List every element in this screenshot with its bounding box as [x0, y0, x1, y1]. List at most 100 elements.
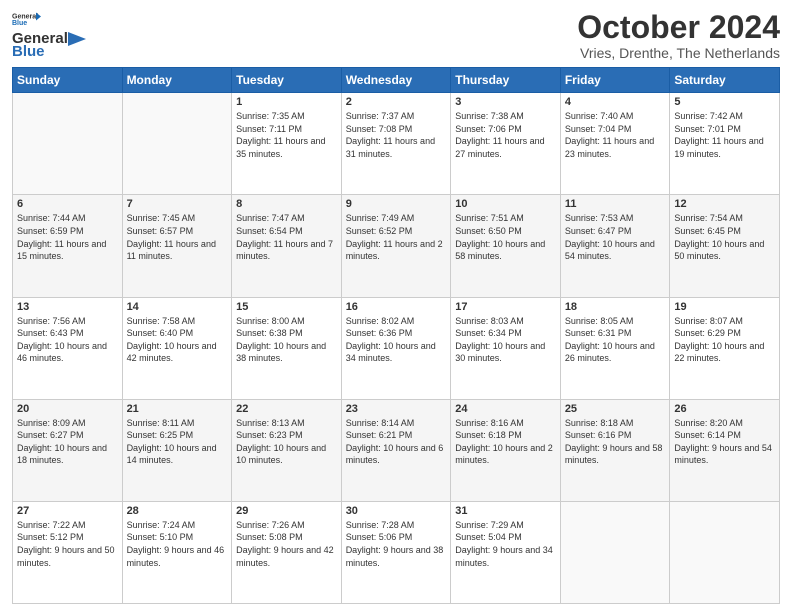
- day-number: 12: [674, 198, 775, 210]
- day-number: 1: [236, 96, 337, 108]
- table-row: 17 Sunrise: 8:03 AMSunset: 6:34 PMDayligh…: [451, 297, 561, 399]
- cell-info: Sunrise: 8:16 AMSunset: 6:18 PMDaylight:…: [455, 417, 556, 467]
- day-number: 6: [17, 198, 118, 210]
- cell-info: Sunrise: 8:02 AMSunset: 6:36 PMDaylight:…: [346, 315, 447, 365]
- table-row: 30Sunrise: 7:28 AMSunset: 5:06 PMDayligh…: [341, 501, 451, 603]
- calendar-header-row: Sunday Monday Tuesday Wednesday Thursday…: [13, 68, 780, 93]
- cell-info: Sunrise: 8:13 AMSunset: 6:23 PMDaylight:…: [236, 417, 337, 467]
- table-row: [13, 93, 123, 195]
- day-number: 23: [346, 403, 447, 415]
- logo: General Blue General Blue: [12, 10, 86, 60]
- table-row: 31 Sunrise: 7:29 AMSunset: 5:04 PMDayligh…: [451, 501, 561, 603]
- cell-info: Sunrise: 8:20 AMSunset: 6:14 PMDaylight:…: [674, 417, 775, 467]
- cell-info: Sunrise: 8:14 AMSunset: 6:21 PMDaylight:…: [346, 417, 447, 467]
- day-number: 2: [346, 96, 447, 108]
- cell-info: Sunrise: 7:37 AMSunset: 7:08 PMDaylight:…: [346, 110, 447, 160]
- table-row: 2 Sunrise: 7:37 AMSunset: 7:08 PMDaylight…: [341, 93, 451, 195]
- day-number: 20: [17, 403, 118, 415]
- col-monday: Monday: [122, 68, 232, 93]
- col-tuesday: Tuesday: [232, 68, 342, 93]
- cell-info: Sunrise: 7:53 AMSunset: 6:47 PMDaylight:…: [565, 212, 666, 262]
- col-sunday: Sunday: [13, 68, 123, 93]
- cell-info: Sunrise: 7:49 AMSunset: 6:52 PMDaylight:…: [346, 212, 447, 262]
- calendar-week-row: 13 Sunrise: 7:56 AMSunset: 6:43 PMDayligh…: [13, 297, 780, 399]
- table-row: 3Sunrise: 7:38 AMSunset: 7:06 PMDaylight…: [451, 93, 561, 195]
- cell-info: Sunrise: 7:58 AMSunset: 6:40 PMDaylight:…: [127, 315, 228, 365]
- page: General Blue General Blue October 2024 V…: [0, 0, 792, 612]
- cell-info: Sunrise: 8:00 AMSunset: 6:38 PMDaylight:…: [236, 315, 337, 365]
- table-row: 10 Sunrise: 7:51 AMSunset: 6:50 PMDayligh…: [451, 195, 561, 297]
- table-row: 16 Sunrise: 8:02 AMSunset: 6:36 PMDayligh…: [341, 297, 451, 399]
- table-row: 26 Sunrise: 8:20 AMSunset: 6:14 PMDayligh…: [670, 399, 780, 501]
- logo-icon: General Blue: [12, 10, 42, 28]
- cell-info: Sunrise: 7:29 AMSunset: 5:04 PMDaylight:…: [455, 519, 556, 569]
- logo-blue: Blue: [12, 43, 45, 60]
- table-row: [670, 501, 780, 603]
- cell-info: Sunrise: 7:51 AMSunset: 6:50 PMDaylight:…: [455, 212, 556, 262]
- day-number: 17: [455, 301, 556, 313]
- calendar-week-row: 20 Sunrise: 8:09 AMSunset: 6:27 PMDayligh…: [13, 399, 780, 501]
- table-row: 11 Sunrise: 7:53 AMSunset: 6:47 PMDayligh…: [560, 195, 670, 297]
- table-row: 9Sunrise: 7:49 AMSunset: 6:52 PMDaylight…: [341, 195, 451, 297]
- table-row: 27 Sunrise: 7:22 AMSunset: 5:12 PMDayligh…: [13, 501, 123, 603]
- table-row: [122, 93, 232, 195]
- day-number: 5: [674, 96, 775, 108]
- table-row: 13 Sunrise: 7:56 AMSunset: 6:43 PMDayligh…: [13, 297, 123, 399]
- table-row: 4Sunrise: 7:40 AMSunset: 7:04 PMDaylight…: [560, 93, 670, 195]
- cell-info: Sunrise: 7:44 AMSunset: 6:59 PMDaylight:…: [17, 212, 118, 262]
- day-number: 29: [236, 505, 337, 517]
- day-number: 25: [565, 403, 666, 415]
- day-number: 27: [17, 505, 118, 517]
- cell-info: Sunrise: 7:24 AMSunset: 5:10 PMDaylight:…: [127, 519, 228, 569]
- table-row: 14 Sunrise: 7:58 AMSunset: 6:40 PMDayligh…: [122, 297, 232, 399]
- table-row: 12Sunrise: 7:54 AMSunset: 6:45 PMDayligh…: [670, 195, 780, 297]
- day-number: 18: [565, 301, 666, 313]
- table-row: 5 Sunrise: 7:42 AMSunset: 7:01 PMDaylight…: [670, 93, 780, 195]
- day-number: 3: [455, 96, 556, 108]
- cell-info: Sunrise: 7:26 AMSunset: 5:08 PMDaylight:…: [236, 519, 337, 569]
- day-number: 10: [455, 198, 556, 210]
- calendar-week-row: 6 Sunrise: 7:44 AMSunset: 6:59 PMDaylight…: [13, 195, 780, 297]
- header: General Blue General Blue October 2024 V…: [12, 10, 780, 61]
- month-title: October 2024: [577, 10, 780, 45]
- day-number: 14: [127, 301, 228, 313]
- table-row: 7Sunrise: 7:45 AMSunset: 6:57 PMDaylight…: [122, 195, 232, 297]
- table-row: 22 Sunrise: 8:13 AMSunset: 6:23 PMDayligh…: [232, 399, 342, 501]
- calendar-week-row: 27 Sunrise: 7:22 AMSunset: 5:12 PMDayligh…: [13, 501, 780, 603]
- day-number: 19: [674, 301, 775, 313]
- day-number: 31: [455, 505, 556, 517]
- calendar-table: Sunday Monday Tuesday Wednesday Thursday…: [12, 67, 780, 604]
- logo-arrow-icon: [68, 32, 86, 46]
- day-number: 21: [127, 403, 228, 415]
- col-saturday: Saturday: [670, 68, 780, 93]
- table-row: 23 Sunrise: 8:14 AMSunset: 6:21 PMDayligh…: [341, 399, 451, 501]
- day-number: 4: [565, 96, 666, 108]
- day-number: 8: [236, 198, 337, 210]
- cell-info: Sunrise: 8:09 AMSunset: 6:27 PMDaylight:…: [17, 417, 118, 467]
- table-row: [560, 501, 670, 603]
- cell-info: Sunrise: 7:42 AMSunset: 7:01 PMDaylight:…: [674, 110, 775, 160]
- cell-info: Sunrise: 7:28 AMSunset: 5:06 PMDaylight:…: [346, 519, 447, 569]
- day-number: 13: [17, 301, 118, 313]
- col-wednesday: Wednesday: [341, 68, 451, 93]
- col-thursday: Thursday: [451, 68, 561, 93]
- cell-info: Sunrise: 7:47 AMSunset: 6:54 PMDaylight:…: [236, 212, 337, 262]
- table-row: 1 Sunrise: 7:35 AMSunset: 7:11 PMDaylight…: [232, 93, 342, 195]
- day-number: 16: [346, 301, 447, 313]
- day-number: 26: [674, 403, 775, 415]
- location: Vries, Drenthe, The Netherlands: [577, 45, 780, 61]
- table-row: 19 Sunrise: 8:07 AMSunset: 6:29 PMDayligh…: [670, 297, 780, 399]
- day-number: 22: [236, 403, 337, 415]
- title-block: October 2024 Vries, Drenthe, The Netherl…: [577, 10, 780, 61]
- day-number: 24: [455, 403, 556, 415]
- day-number: 11: [565, 198, 666, 210]
- cell-info: Sunrise: 7:22 AMSunset: 5:12 PMDaylight:…: [17, 519, 118, 569]
- cell-info: Sunrise: 8:03 AMSunset: 6:34 PMDaylight:…: [455, 315, 556, 365]
- cell-info: Sunrise: 7:56 AMSunset: 6:43 PMDaylight:…: [17, 315, 118, 365]
- table-row: 21Sunrise: 8:11 AMSunset: 6:25 PMDayligh…: [122, 399, 232, 501]
- cell-info: Sunrise: 7:35 AMSunset: 7:11 PMDaylight:…: [236, 110, 337, 160]
- table-row: 29 Sunrise: 7:26 AMSunset: 5:08 PMDayligh…: [232, 501, 342, 603]
- table-row: 8 Sunrise: 7:47 AMSunset: 6:54 PMDaylight…: [232, 195, 342, 297]
- cell-info: Sunrise: 8:07 AMSunset: 6:29 PMDaylight:…: [674, 315, 775, 365]
- table-row: 25Sunrise: 8:18 AMSunset: 6:16 PMDayligh…: [560, 399, 670, 501]
